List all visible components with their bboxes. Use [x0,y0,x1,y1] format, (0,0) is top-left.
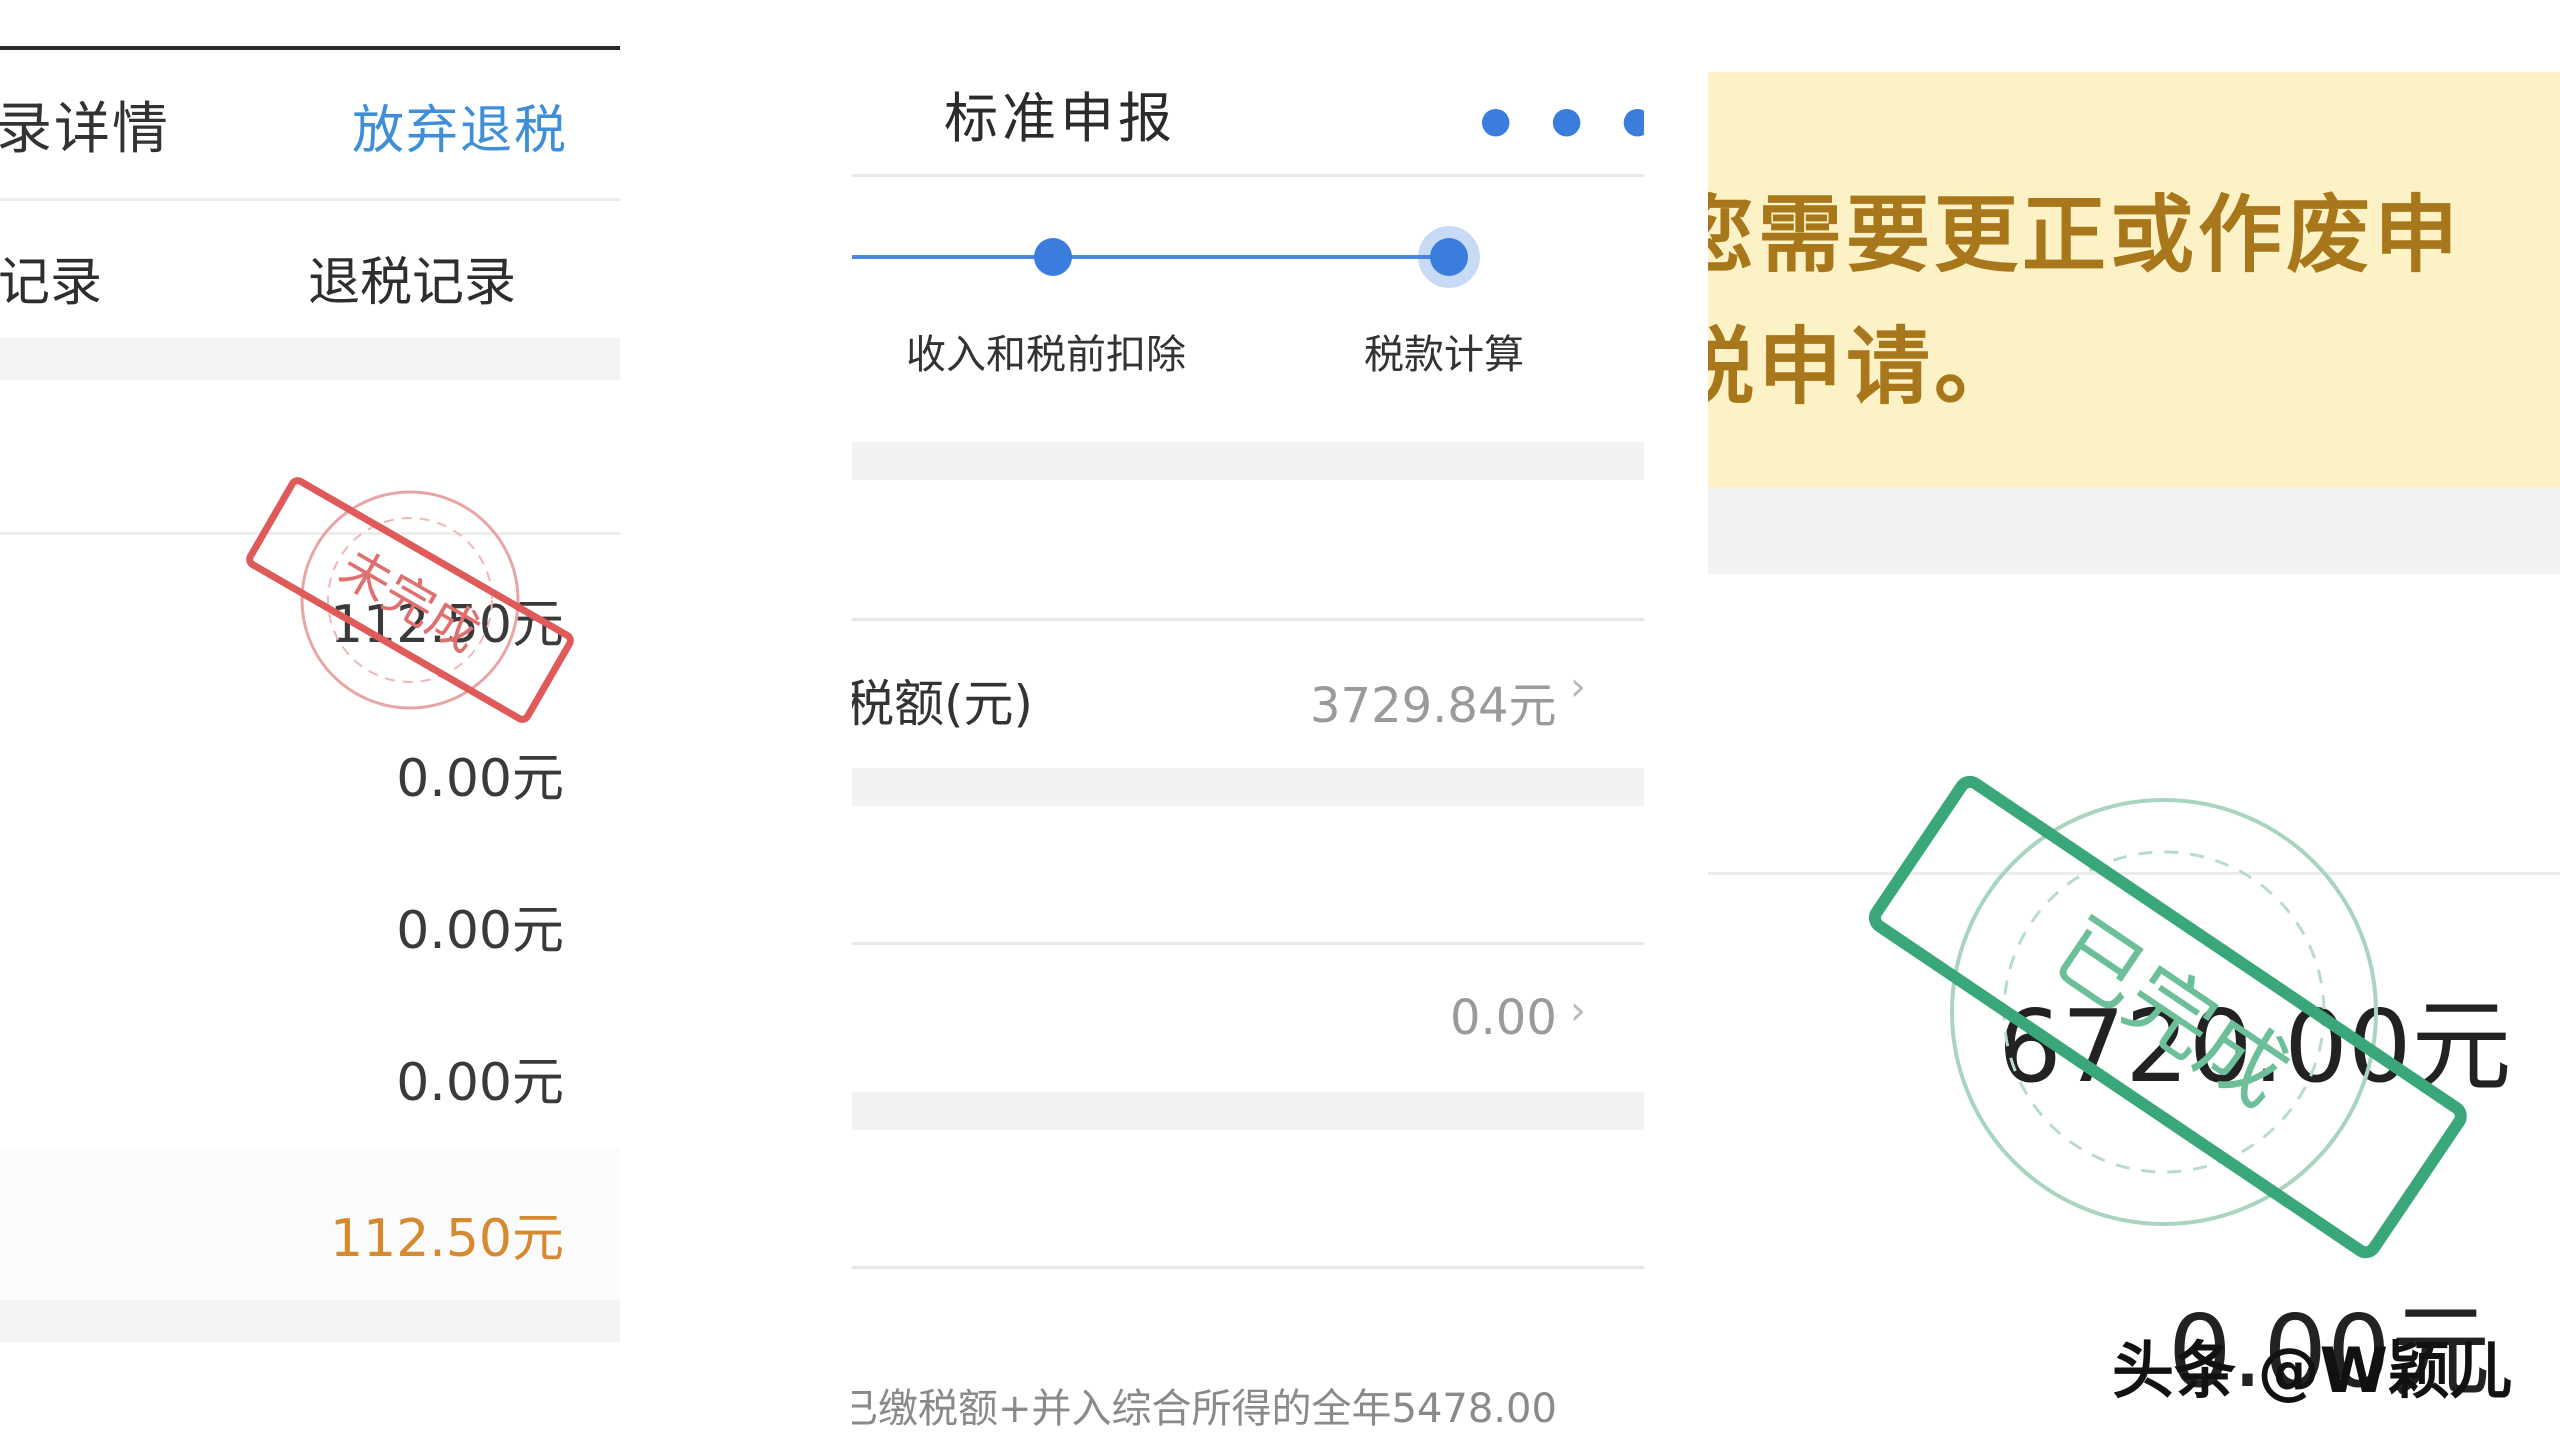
page-title: 录详情 [0,97,170,162]
source-watermark: 头条 @W颖儿 [2112,1334,2512,1407]
status-bar-divider [0,46,620,50]
more-dots-icon[interactable]: ● ● ● [1480,100,1644,141]
section-divider [852,1092,1644,1130]
section-divider [1708,488,2560,574]
row-divider [852,1266,1644,1269]
screenshot-collage: 录详情 放弃退税 记录 退税记录 112.50元 0.00元 0.00元 0.0… [0,0,2560,1442]
step-label-tax-calc: 税款计算 [1364,332,1524,378]
row-divider [1708,872,2560,875]
header-divider [0,198,620,201]
footnote-text: 已缴税额+并入综合所得的全年5478.00 [852,1386,1557,1432]
step-dot-income[interactable] [1034,238,1072,276]
header-divider [852,174,1644,177]
refund-amount-value: 112.50元 [330,595,564,655]
tax-amount-label: 税额(元) [852,675,1034,733]
notice-line: 您需要更正或作废申 [1708,186,2463,284]
tab-refund-records[interactable]: 退税记录 [308,240,516,315]
total-amount-value: 112.50元 [330,1209,564,1269]
chevron-right-icon: › [1570,988,1586,1034]
standard-declaration-panel: 标准申报 ● ● ● 收入和税前扣除 税款计算 税额(元) 3729.84元 ›… [852,0,1644,1442]
page-title: 标准申报 [944,87,1176,150]
tab-records[interactable]: 记录 [0,240,102,315]
row-divider [0,532,620,535]
row-divider [852,942,1644,945]
refund-amount-value: 6720.00元 [1998,988,2512,1105]
section-divider [852,768,1644,806]
row-divider [852,618,1644,621]
correction-notice-panel: 您需要更正或作废申 税申请。 6720.00元 0.00元 [1708,0,2560,1442]
section-divider [0,338,620,380]
amount-value: 0.00元 [396,749,564,809]
chevron-right-icon: › [1570,664,1586,710]
refund-record-panel: 录详情 放弃退税 记录 退税记录 112.50元 0.00元 0.00元 0.0… [0,0,620,1442]
step-dot-tax-calc[interactable] [1430,238,1468,276]
amount-value: 0.00元 [396,901,564,961]
tax-amount-value: 3729.84元 [1310,678,1557,734]
abandon-refund-link[interactable]: 放弃退税 [352,88,568,163]
detail-value: 0.00 [1450,990,1557,1046]
progress-track [852,255,1448,259]
section-divider [852,442,1644,480]
amount-value: 0.00元 [396,1053,564,1113]
section-divider [0,1300,620,1342]
step-label-income: 收入和税前扣除 [906,332,1186,378]
notice-line: 税申请。 [1708,318,2023,416]
